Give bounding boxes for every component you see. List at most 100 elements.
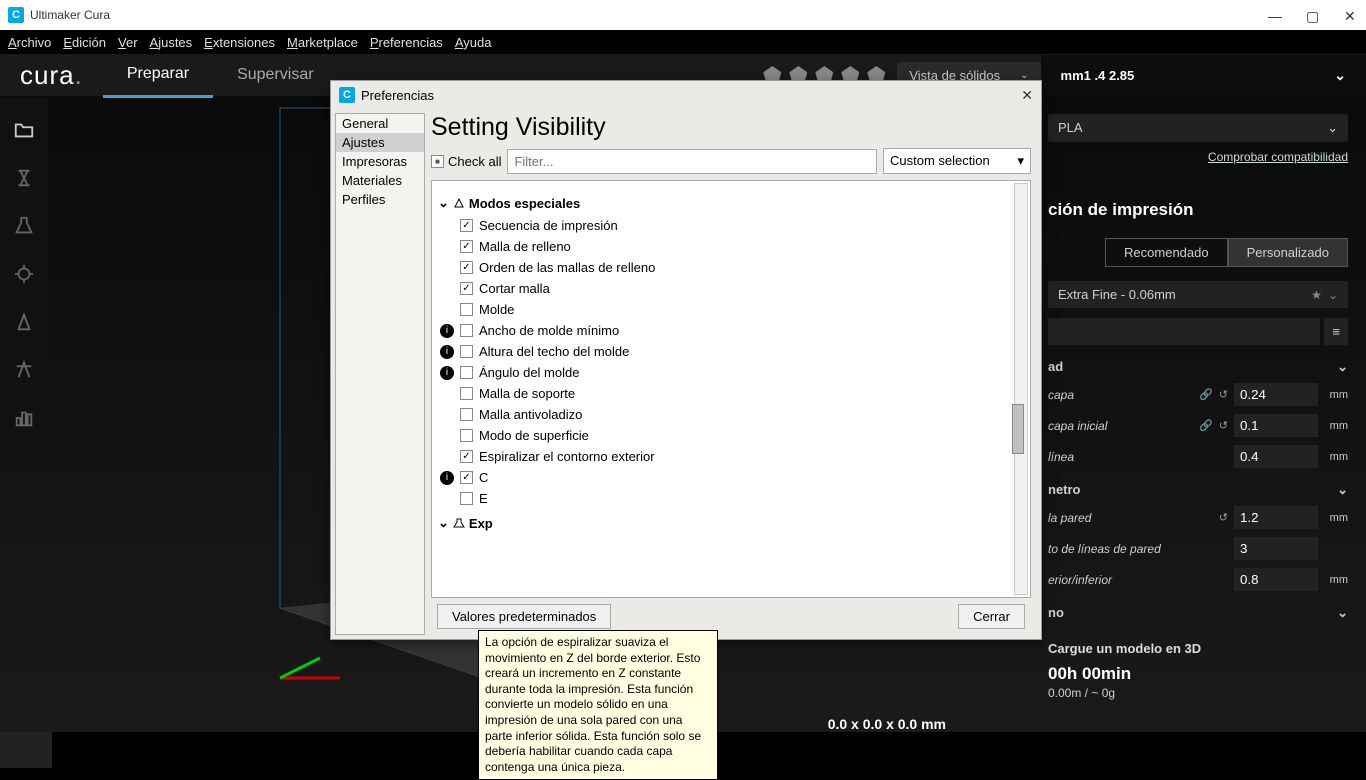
setting-label: la pared [1048, 511, 1219, 525]
menu-edicion[interactable]: Edición [59, 33, 110, 52]
chart-icon [13, 407, 35, 429]
nav-materiales[interactable]: Materiales [336, 171, 424, 190]
tab-personalizado[interactable]: Personalizado [1228, 238, 1348, 267]
scrollbar[interactable] [1014, 183, 1028, 595]
setting-label: línea [1048, 450, 1234, 464]
info-icon[interactable]: i [440, 324, 454, 338]
nav-perfiles[interactable]: Perfiles [336, 190, 424, 209]
minimize-button[interactable]: — [1268, 8, 1282, 22]
title-bar: C Ultimaker Cura — ▢ ✕ [0, 0, 1366, 30]
link-icon[interactable]: 🔗 [1199, 388, 1213, 401]
open-file-button[interactable] [0, 110, 48, 150]
scroll-thumb[interactable] [1012, 404, 1024, 454]
setting-checkbox[interactable] [460, 429, 473, 442]
setting-checkbox[interactable] [460, 450, 473, 463]
setting-label: Espiralizar el contorno exterior [479, 449, 655, 464]
setting-label: to de líneas de pared [1048, 542, 1234, 556]
value-input[interactable] [1234, 383, 1318, 406]
value-input[interactable] [1234, 568, 1318, 591]
maximize-button[interactable]: ▢ [1306, 8, 1320, 22]
setting-row: capa inicial 🔗↺ mm [1048, 414, 1348, 437]
section-relleno[interactable]: no⌄ [1048, 605, 1348, 621]
check-all-checkbox[interactable] [431, 155, 444, 168]
settings-menu-button[interactable]: ≡ [1324, 318, 1348, 345]
tab-recomendado[interactable]: Recomendado [1105, 238, 1228, 267]
compatibility-link[interactable]: Comprobar compatibilidad [1048, 150, 1348, 164]
setting-checkbox[interactable] [460, 492, 473, 505]
tooltip: La opción de espiralizar suaviza el movi… [478, 630, 718, 780]
menu-ayuda[interactable]: Ayuda [451, 33, 496, 52]
chevron-down-icon: ⌄ [1337, 605, 1348, 621]
setting-label: erior/inferior [1048, 573, 1234, 587]
tool-move[interactable] [0, 158, 48, 198]
info-icon[interactable]: i [440, 366, 454, 380]
reset-icon[interactable]: ↺ [1219, 511, 1228, 524]
tab-supervisar[interactable]: Supervisar [213, 54, 337, 96]
setting-checkbox[interactable] [460, 219, 473, 232]
setting-row: to de líneas de pared [1048, 537, 1348, 560]
value-input[interactable] [1234, 506, 1318, 529]
app-icon: C [8, 7, 24, 23]
tool-mesh[interactable] [0, 350, 48, 390]
reset-icon[interactable]: ↺ [1219, 419, 1228, 432]
setting-checkbox[interactable] [460, 408, 473, 421]
tool-mirror[interactable] [0, 302, 48, 342]
reset-icon[interactable]: ↺ [1219, 388, 1228, 401]
menu-extensiones[interactable]: Extensiones [200, 33, 279, 52]
setting-item: Malla de soporte [436, 383, 1026, 404]
material-select[interactable]: PLA⌄ [1048, 114, 1348, 142]
value-input[interactable] [1234, 445, 1318, 468]
nav-impresoras[interactable]: Impresoras [336, 152, 424, 171]
printer-select[interactable]: mm1 .4 2.85 [1041, 55, 1366, 96]
settings-search-input[interactable] [1048, 318, 1320, 345]
category-modos-especiales[interactable]: ⌄Modos especiales [438, 195, 1026, 211]
right-panel: PLA⌄ Comprobar compatibilidad ción de im… [1048, 114, 1348, 700]
setting-checkbox[interactable] [460, 366, 473, 379]
taskbar-item[interactable] [0, 732, 52, 768]
close-button[interactable]: ✕ [1344, 8, 1358, 22]
menu-ver[interactable]: Ver [114, 33, 142, 52]
info-icon[interactable]: i [440, 345, 454, 359]
setting-checkbox[interactable] [460, 471, 473, 484]
setting-checkbox[interactable] [460, 324, 473, 337]
menu-archivo[interactable]: Archivo [4, 33, 55, 52]
menu-preferencias[interactable]: Preferencias [366, 33, 447, 52]
setting-checkbox[interactable] [460, 282, 473, 295]
section-calidad[interactable]: ad⌄ [1048, 359, 1348, 375]
menu-ajustes[interactable]: Ajustes [146, 33, 197, 52]
info-icon[interactable]: i [440, 471, 454, 485]
chevron-down-icon: ⌄ [1337, 482, 1348, 498]
value-input[interactable] [1234, 414, 1318, 437]
setting-checkbox[interactable] [460, 240, 473, 253]
close-button[interactable]: Cerrar [958, 604, 1025, 629]
category-experimental[interactable]: ⌄Exp [438, 515, 1026, 531]
folder-icon [13, 119, 35, 141]
value-input[interactable] [1234, 537, 1318, 560]
mesh-icon [13, 359, 35, 381]
filter-input[interactable] [507, 149, 877, 174]
tool-rotate[interactable] [0, 254, 48, 294]
check-all[interactable]: Check all [431, 154, 501, 169]
setting-label: Malla de soporte [479, 386, 575, 401]
setting-item: Secuencia de impresión [436, 215, 1026, 236]
tool-support[interactable] [0, 398, 48, 438]
tool-scale[interactable] [0, 206, 48, 246]
menu-marketplace[interactable]: Marketplace [283, 33, 362, 52]
setting-label: Orden de las mallas de relleno [479, 260, 655, 275]
defaults-button[interactable]: Valores predeterminados [437, 604, 611, 629]
tab-preparar[interactable]: Preparar [103, 53, 213, 98]
setting-checkbox[interactable] [460, 261, 473, 274]
setting-checkbox[interactable] [460, 303, 473, 316]
setting-checkbox[interactable] [460, 387, 473, 400]
print-size: 0.00m / ~ 0g [1048, 686, 1348, 700]
profile-select[interactable]: Extra Fine - 0.06mm ★⌄ [1048, 281, 1348, 308]
setting-checkbox[interactable] [460, 345, 473, 358]
section-perimetro[interactable]: netro⌄ [1048, 482, 1348, 498]
link-icon[interactable]: 🔗 [1199, 419, 1213, 432]
setting-item: iAltura del techo del molde [436, 341, 1026, 362]
dialog-close-button[interactable]: ✕ [1021, 87, 1033, 104]
visibility-preset-select[interactable]: Custom selection▾ [883, 148, 1031, 174]
nav-general[interactable]: General [336, 114, 424, 133]
nav-ajustes[interactable]: Ajustes [336, 133, 424, 152]
setting-item: Modo de superficie [436, 425, 1026, 446]
